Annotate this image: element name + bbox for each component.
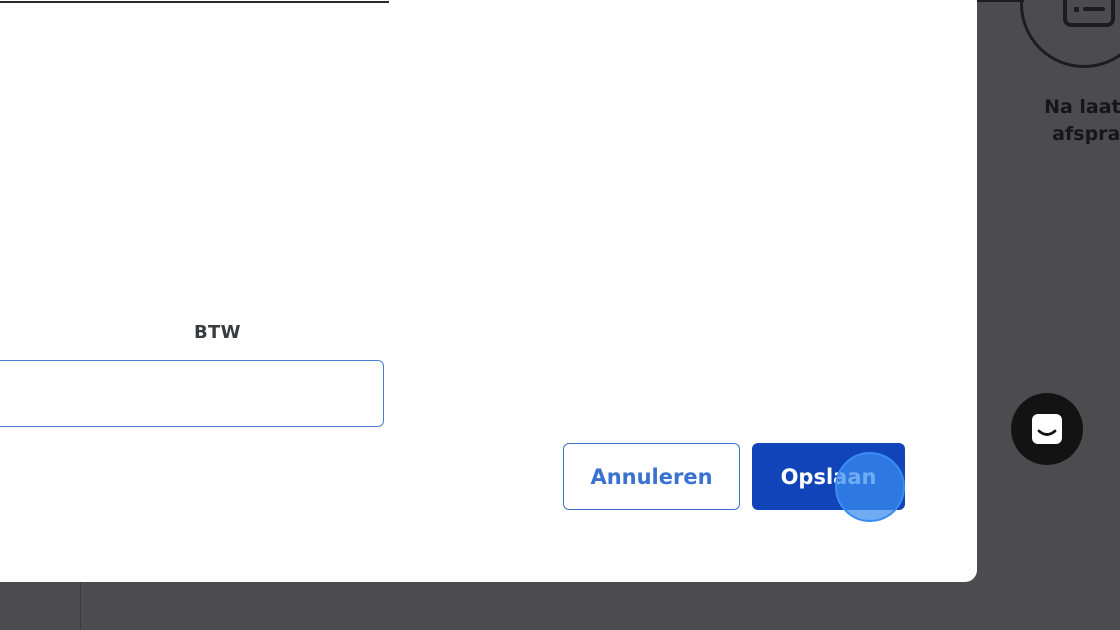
save-button[interactable]: Opslaan [752,443,905,510]
chat-icon [1032,414,1062,444]
checklist-caption-line2: afspraak [1052,123,1120,145]
chat-button[interactable] [1011,393,1083,465]
background-divider [80,582,81,630]
checklist-caption-line1: Na laatste [1044,96,1120,118]
btw-input[interactable] [0,360,384,427]
background-line [976,0,1024,2]
cancel-button[interactable]: Annuleren [563,443,740,510]
btw-label: BTW [194,322,241,343]
checklist-caption: Na laatste afspraak [1029,94,1120,148]
checklist-icon [1063,0,1115,27]
checklist-circle [1020,0,1120,68]
field-underline [0,1,389,3]
